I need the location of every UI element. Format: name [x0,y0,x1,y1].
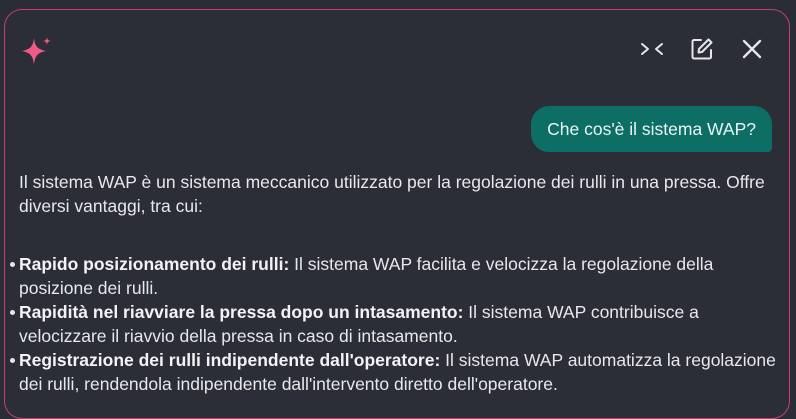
new-chat-button[interactable] [687,36,717,66]
sparkle-icon [20,34,54,68]
close-icon [741,38,763,65]
close-button[interactable] [737,36,767,66]
list-item: Registrazione dei rulli indipendente dal… [10,348,779,396]
answer-bullet-list: Rapido posizionamento dei rulli: Il sist… [10,252,779,396]
collapse-button[interactable] [637,36,667,66]
user-message-bubble: Che cos'è il sistema WAP? [531,106,772,152]
collapse-icon [639,41,665,62]
bullet-title: Rapidità nel riavviare la pressa dopo un… [19,302,464,322]
list-item: Rapidità nel riavviare la pressa dopo un… [10,300,779,348]
assistant-answer: Il sistema WAP è un sistema meccanico ut… [10,170,779,396]
bullet-title: Rapido posizionamento dei rulli: [19,254,290,274]
answer-intro: Il sistema WAP è un sistema meccanico ut… [19,172,765,216]
chat-header [5,10,789,90]
chat-panel: Che cos'è il sistema WAP? Il sistema WAP… [4,9,790,419]
bullet-title: Registrazione dei rulli indipendente dal… [19,350,441,370]
edit-icon [690,37,714,66]
list-item: Rapido posizionamento dei rulli: Il sist… [10,252,779,300]
